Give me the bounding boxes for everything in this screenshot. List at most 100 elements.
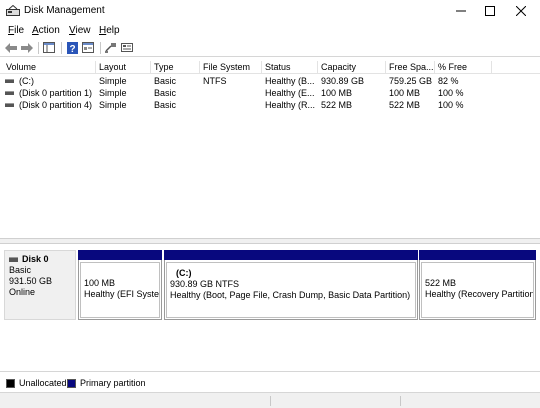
cell-status: Healthy (R... (265, 100, 316, 110)
legend: Unallocated Primary partition (0, 371, 540, 392)
partition-title: (C:) (176, 268, 192, 278)
unallocated-swatch (6, 378, 15, 388)
legend-primary-label: Primary partition (80, 378, 146, 388)
minimize-button[interactable] (446, 0, 476, 22)
cell-volume: (C:) (19, 76, 34, 86)
title-bar: Disk Management (0, 0, 540, 22)
forward-arrow-icon (21, 42, 33, 53)
volume-drive-icon (5, 103, 14, 107)
partition-details: 522 MB Healthy (Recovery Partition) (421, 262, 534, 318)
minimize-icon (456, 10, 466, 12)
partition-status: Healthy (Recovery Partition) (425, 289, 534, 299)
cell-layout: Simple (99, 88, 127, 98)
partition-type-bar (78, 250, 162, 260)
cell-free-space: 100 MB (389, 88, 421, 98)
column-header-percent-free[interactable]: % Free (435, 61, 492, 74)
partition-size: 522 MB (425, 278, 457, 288)
properties-icon (82, 42, 94, 53)
status-bar (0, 392, 540, 408)
partition-status: Healthy (Boot, Page File, Crash Dump, Ba… (170, 290, 411, 300)
partition-size: 100 MB (84, 278, 116, 288)
cell-status: Healthy (B... (265, 76, 315, 86)
cell-capacity: 930.89 GB (321, 76, 365, 86)
cell-type: Basic (154, 100, 177, 110)
legend-unallocated-label: Unallocated (19, 378, 67, 388)
volume-list-header: Volume Layout Type File System Status Ca… (0, 61, 540, 74)
connect-icon (105, 43, 116, 53)
close-icon (516, 6, 526, 16)
help-icon: ? (66, 41, 78, 54)
partition-recovery[interactable]: 522 MB Healthy (Recovery Partition) (419, 250, 536, 320)
back-button[interactable] (4, 41, 18, 54)
menu-view[interactable]: View (69, 25, 91, 36)
cell-type: Basic (154, 76, 177, 86)
maximize-icon (485, 6, 495, 16)
settings-icon (121, 43, 133, 52)
show-hide-tree-button[interactable] (42, 41, 56, 54)
cell-volume: (Disk 0 partition 4) (19, 100, 93, 110)
cell-file-system: NTFS (203, 76, 227, 86)
menu-action[interactable]: Action (32, 25, 60, 36)
cell-free-space: 759.25 GB (389, 76, 433, 86)
partition-type-bar (419, 250, 536, 260)
disk-state: Online (9, 287, 36, 297)
close-button[interactable] (506, 0, 536, 22)
column-header-capacity[interactable]: Capacity (318, 61, 386, 74)
window-title: Disk Management (24, 5, 105, 16)
svg-text:?: ? (69, 44, 75, 54)
legend-unallocated: Unallocated (6, 378, 67, 388)
volume-list: Volume Layout Type File System Status Ca… (0, 58, 540, 238)
cell-type: Basic (154, 88, 177, 98)
disk-icon (9, 257, 18, 262)
partition-size: 930.89 GB NTFS (170, 279, 240, 289)
menu-bar: File Action View Help (0, 22, 540, 39)
menu-help[interactable]: Help (99, 25, 120, 36)
column-header-status[interactable]: Status (262, 61, 318, 74)
volume-drive-icon (5, 79, 14, 83)
partition-details: 100 MB Healthy (EFI System Partition) (80, 262, 160, 318)
disk-management-app-icon (6, 5, 20, 16)
menu-file[interactable]: File (8, 25, 24, 36)
show-hide-tree-icon (43, 42, 55, 53)
volume-row[interactable]: (Disk 0 partition 1) Simple Basic Health… (0, 87, 540, 99)
cell-status: Healthy (E... (265, 88, 315, 98)
partition-type-bar (164, 250, 418, 260)
cell-free-space: 522 MB (389, 100, 421, 110)
maximize-button[interactable] (475, 0, 505, 22)
cell-percent-free: 100 % (438, 88, 464, 98)
cell-capacity: 522 MB (321, 100, 353, 110)
cell-capacity: 100 MB (321, 88, 353, 98)
volume-drive-icon (5, 91, 14, 95)
legend-primary: Primary partition (67, 378, 146, 388)
disk-info-panel[interactable]: Disk 0 Basic 931.50 GB Online (4, 250, 76, 320)
column-header-volume[interactable]: Volume (3, 61, 96, 74)
status-divider (270, 396, 271, 406)
column-header-layout[interactable]: Layout (96, 61, 151, 74)
properties-button[interactable] (81, 41, 95, 54)
partition-status: Healthy (EFI System Partition) (84, 289, 160, 299)
toolbar: ? (0, 39, 540, 57)
volume-row[interactable]: (Disk 0 partition 4) Simple Basic Health… (0, 99, 540, 111)
status-divider (400, 396, 401, 406)
settings-button[interactable] (120, 41, 134, 54)
column-header-type[interactable]: Type (151, 61, 200, 74)
cell-percent-free: 100 % (438, 100, 464, 110)
disk-name-row: Disk 0 (9, 254, 75, 265)
connect-button[interactable] (104, 41, 118, 54)
column-header-file-system[interactable]: File System (200, 61, 262, 74)
help-button[interactable]: ? (65, 41, 79, 54)
disk-graphical-view: Disk 0 Basic 931.50 GB Online 100 MB Hea… (0, 244, 540, 371)
forward-button[interactable] (20, 41, 34, 54)
column-header-free-space[interactable]: Free Spa... (386, 61, 435, 74)
cell-percent-free: 82 % (438, 76, 459, 86)
disk-name: Disk 0 (22, 254, 49, 264)
cell-layout: Simple (99, 76, 127, 86)
cell-layout: Simple (99, 100, 127, 110)
cell-volume: (Disk 0 partition 1) (19, 88, 93, 98)
volume-row[interactable]: (C:) Simple Basic NTFS Healthy (B... 930… (0, 75, 540, 87)
partition-efi[interactable]: 100 MB Healthy (EFI System Partition) (78, 250, 162, 320)
partition-c[interactable]: (C:) 930.89 GB NTFS Healthy (Boot, Page … (164, 250, 418, 320)
partition-details: (C:) 930.89 GB NTFS Healthy (Boot, Page … (166, 262, 416, 318)
back-arrow-icon (5, 42, 17, 53)
disk-size: 931.50 GB (9, 276, 53, 286)
